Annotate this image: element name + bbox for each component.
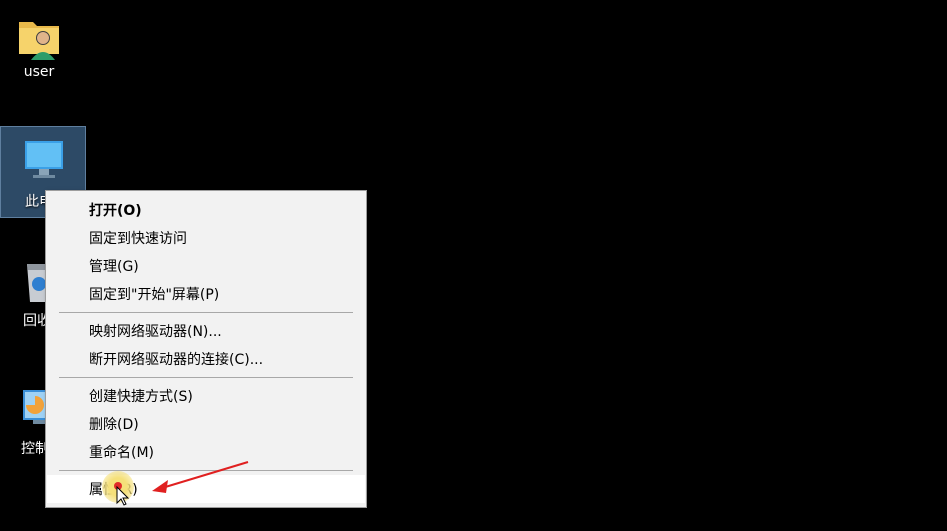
context-menu: 打开(O) 固定到快速访问 管理(G) 固定到"开始"屏幕(P) 映射网络驱动器…	[45, 190, 367, 508]
menu-separator	[59, 377, 353, 378]
menu-item-map-drive[interactable]: 映射网络驱动器(N)...	[47, 317, 365, 345]
desktop-icon-user[interactable]: user	[0, 0, 82, 92]
menu-item-disconnect-drive[interactable]: 断开网络驱动器的连接(C)...	[47, 345, 365, 373]
menu-separator	[59, 470, 353, 471]
menu-separator	[59, 312, 353, 313]
menu-item-pin-start[interactable]: 固定到"开始"屏幕(P)	[47, 280, 365, 308]
menu-item-delete[interactable]: 删除(D)	[47, 410, 365, 438]
menu-item-manage[interactable]: 管理(G)	[47, 252, 365, 280]
desktop-icon-label: user	[23, 64, 55, 80]
menu-item-pin-quick-access[interactable]: 固定到快速访问	[47, 224, 365, 252]
menu-item-create-shortcut[interactable]: 创建快捷方式(S)	[47, 382, 365, 410]
cursor-click-dot	[114, 482, 122, 490]
menu-item-open[interactable]: 打开(O)	[47, 196, 365, 224]
menu-item-rename[interactable]: 重命名(M)	[47, 438, 365, 466]
computer-icon	[25, 141, 63, 178]
menu-item-properties[interactable]: 属性(R)	[47, 475, 365, 503]
user-folder-icon	[19, 22, 59, 60]
